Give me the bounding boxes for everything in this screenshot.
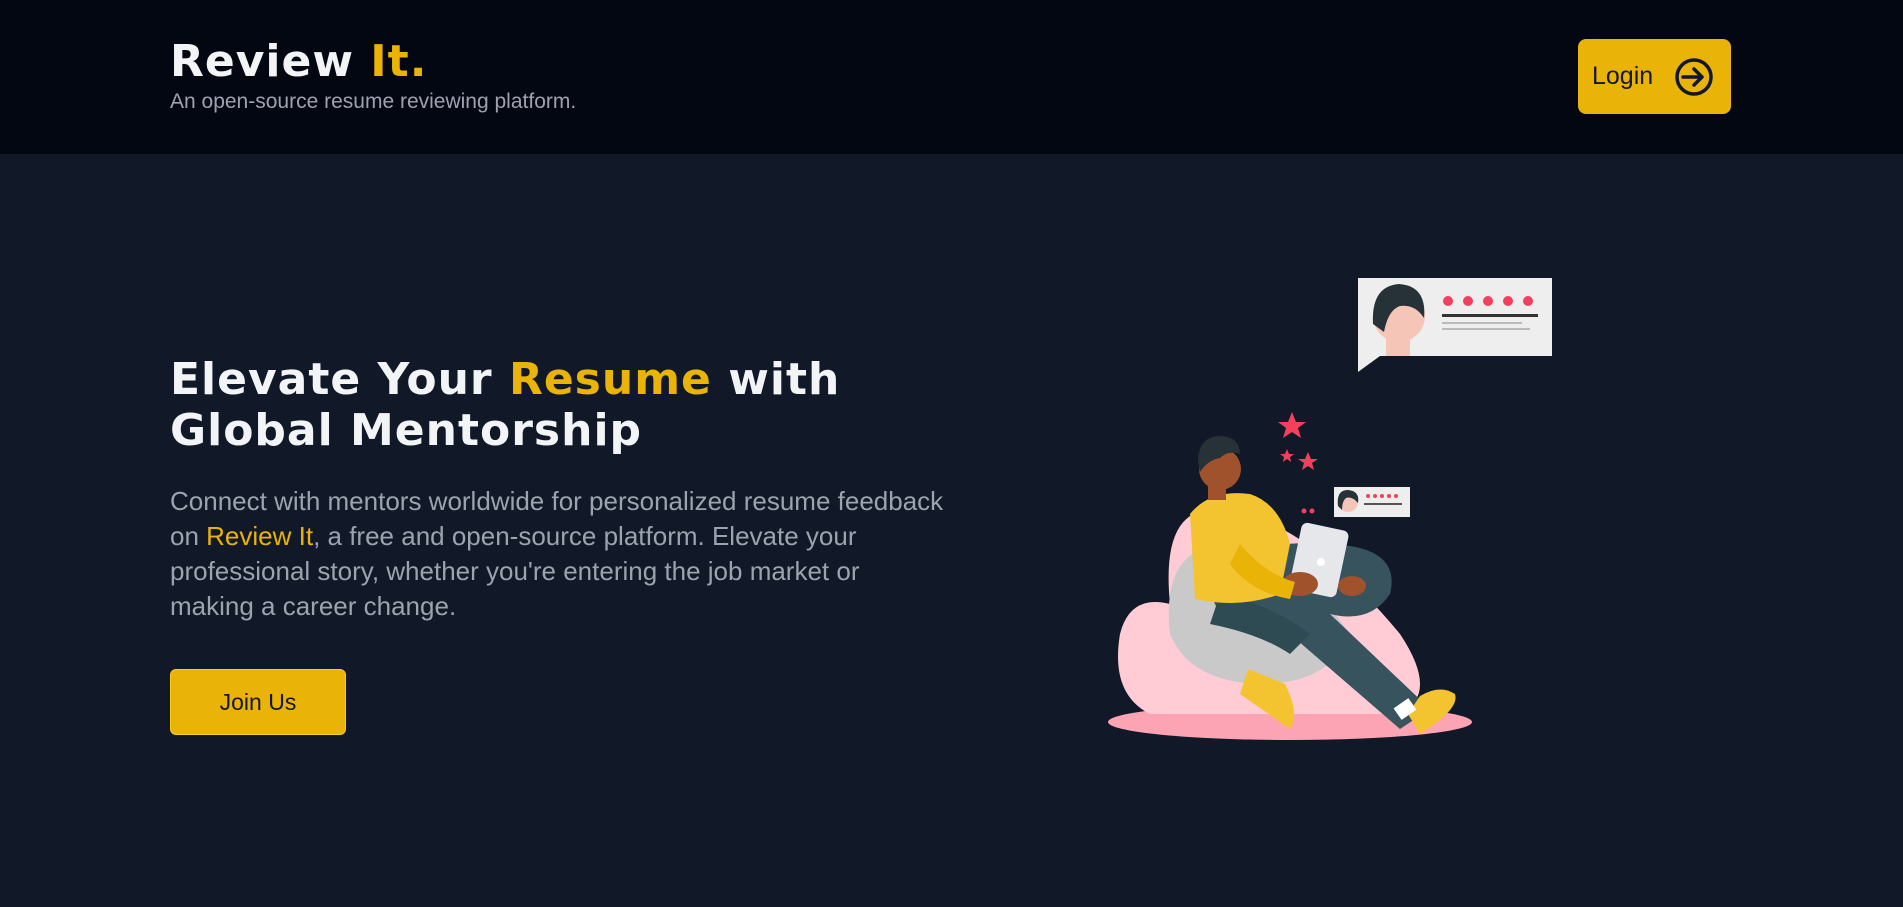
headline-text-start: Elevate Your: [170, 354, 509, 405]
login-button-label: Login: [1592, 62, 1654, 90]
hero-section: Elevate Your Resume with Global Mentorsh…: [0, 154, 1903, 907]
review-card-small: [1334, 487, 1410, 517]
floating-stars: [1278, 412, 1318, 514]
brand-logo-text: Review It.: [170, 36, 576, 88]
brand-tagline: An open-source resume reviewing platform…: [170, 90, 577, 113]
top-navbar: Review It. An open-source resume reviewi…: [0, 0, 1903, 154]
arrow-right-circle-icon: [1675, 58, 1713, 96]
hero-description: Connect with mentors worldwide for perso…: [170, 484, 950, 624]
login-button[interactable]: Login: [1578, 39, 1731, 114]
brand-name-accent: It.: [370, 36, 428, 87]
description-brand-link: Review It: [206, 521, 314, 551]
person-reviewing-resume-illustration: [1108, 278, 1552, 740]
join-us-button[interactable]: Join Us: [170, 669, 346, 735]
brand[interactable]: Review It. An open-source resume reviewi…: [170, 36, 576, 114]
review-card-large: [1358, 278, 1552, 372]
brand-name: Review: [170, 36, 371, 87]
headline-accent-word: Resume: [508, 354, 712, 405]
hero-headline: Elevate Your Resume with Global Mentorsh…: [170, 354, 930, 456]
